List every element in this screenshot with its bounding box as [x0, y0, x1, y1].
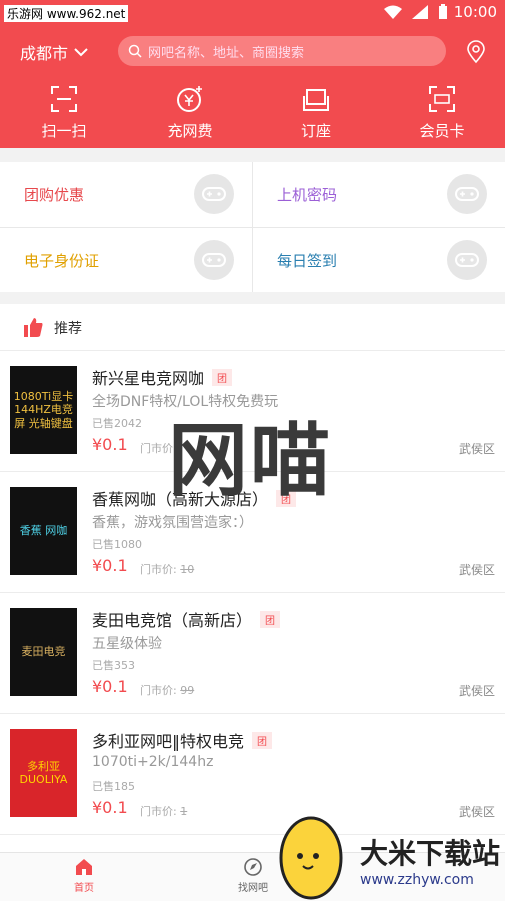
action-seat-label: 订座 [300, 122, 331, 140]
top-watermark: 乐游网 www.962.net [4, 5, 129, 22]
find-icon [244, 858, 262, 876]
cafe-logo: 麦田电竞 [10, 608, 77, 696]
recommend-header: 推荐 [0, 304, 505, 351]
home-icon [76, 859, 92, 875]
market-price-label: 门市价: [140, 805, 177, 818]
list-item[interactable]: 麦田电竞 麦田电竞馆（高新店） 团 五星级体验 已售353 ¥0.1 门市价: 9… [0, 593, 505, 714]
cafe-price: ¥0.1 [92, 435, 128, 454]
grid-group-buy[interactable]: 团购优惠 [0, 162, 252, 226]
city-label: 成都市 [20, 44, 69, 63]
cafe-name: 多利亚网吧‖特权电竞 [92, 732, 245, 751]
recommend-title: 推荐 [54, 321, 82, 337]
cafe-sold: 已售185 [92, 780, 135, 793]
cafe-sold: 已售353 [92, 659, 135, 672]
grid-login-password[interactable]: 上机密码 [253, 162, 505, 226]
cafe-sold: 已售1080 [92, 538, 142, 551]
action-seat[interactable]: 订座 [276, 84, 356, 141]
site-badge-url: www.zzhyw.com [360, 872, 474, 888]
cafe-desc: 香蕉，游戏氛围营造家：） [92, 515, 253, 531]
status-icons: 10:00 [382, 3, 497, 21]
grid-e-id[interactable]: 电子身份证 [0, 228, 252, 292]
gamepad-icon [447, 240, 487, 280]
cafe-area: 武侯区 [458, 684, 495, 698]
city-selector[interactable]: 成都市 [20, 40, 88, 64]
scan-icon [51, 86, 77, 112]
seat-icon [303, 89, 329, 111]
thumbs-up-icon [24, 318, 43, 337]
cafe-desc: 五星级体验 [92, 636, 162, 652]
cafe-price: ¥0.1 [92, 677, 128, 696]
market-price: 门市价: 10 [140, 561, 194, 577]
cafe-sold: 已售2042 [92, 417, 142, 430]
market-price-value: 1 [180, 805, 188, 818]
cafe-area: 武侯区 [458, 563, 495, 577]
grid-daily-checkin[interactable]: 每日签到 [253, 228, 505, 292]
location-icon[interactable] [465, 40, 487, 64]
group-buy-badge: 团 [212, 369, 233, 386]
card-scan-icon [429, 86, 455, 112]
grid-daily-checkin-label: 每日签到 [277, 252, 338, 270]
market-price-label: 门市价: [140, 563, 177, 576]
grid-login-password-label: 上机密码 [277, 186, 338, 204]
market-price-value: 10 [180, 563, 195, 576]
market-price: 门市价: 1 [140, 803, 187, 819]
cafe-name-row: 麦田电竞馆（高新店） 团 [92, 607, 281, 631]
cafe-desc: 1070ti+2k/144hz [92, 754, 214, 770]
cafe-price: ¥0.1 [92, 798, 128, 817]
header: 成都市 网吧名称、地址、商圈搜索 扫一扫 充网费 订座 会员卡 [0, 26, 505, 148]
cafe-logo: 1080Ti显卡 144HZ电竞屏 光轴键盘 [10, 366, 77, 454]
tab-home[interactable]: 首页 [49, 857, 119, 894]
signal-icon [411, 5, 428, 19]
site-badge-title: 大米下载站 [360, 837, 501, 870]
tab-find-cafe-label: 找网吧 [238, 883, 268, 894]
cafe-name-row: 新兴星电竞网咖团 [92, 365, 233, 389]
gamepad-icon [194, 174, 234, 214]
cafe-name: 新兴星电竞网咖 [92, 369, 205, 388]
battery-icon [438, 4, 447, 19]
action-member-card[interactable]: 会员卡 [402, 84, 482, 141]
action-recharge[interactable]: 充网费 [150, 84, 230, 141]
cafe-area: 武侯区 [458, 442, 495, 456]
cafe-logo: 香蕉 网咖 [10, 487, 77, 575]
action-recharge-label: 充网费 [167, 122, 213, 140]
search-placeholder: 网吧名称、地址、商圈搜索 [148, 45, 305, 61]
status-time: 10:00 [453, 3, 497, 21]
center-watermark: 网喵 [168, 414, 332, 507]
gamepad-icon [447, 174, 487, 214]
chevron-down-icon [74, 48, 88, 57]
cafe-name-row: 多利亚网吧‖特权电竞团 [92, 728, 273, 752]
status-bar: 乐游网 www.962.net 10:00 [0, 0, 505, 26]
action-scan[interactable]: 扫一扫 [24, 84, 104, 141]
group-buy-badge: 团 [252, 732, 273, 749]
market-price: 门市价: 99 [140, 682, 194, 698]
action-member-card-label: 会员卡 [419, 122, 465, 140]
yuan-plus-icon [177, 86, 202, 112]
grid-e-id-label: 电子身份证 [24, 252, 100, 270]
mascot-egg-logo [279, 816, 343, 900]
search-input[interactable]: 网吧名称、地址、商圈搜索 [118, 36, 446, 66]
group-buy-badge: 团 [260, 611, 281, 628]
tab-home-label: 首页 [74, 883, 94, 894]
action-scan-label: 扫一扫 [41, 122, 87, 140]
cafe-name: 麦田电竞馆（高新店） [92, 611, 253, 630]
site-badge: 大米下载站 www.zzhyw.com [276, 810, 505, 900]
cafe-price: ¥0.1 [92, 556, 128, 575]
wifi-icon [383, 5, 402, 19]
feature-grid: 团购优惠 上机密码 电子身份证 每日签到 [0, 162, 505, 292]
market-price-value: 99 [180, 684, 195, 697]
grid-group-buy-label: 团购优惠 [24, 186, 85, 204]
market-price-label: 门市价: [140, 684, 177, 697]
gamepad-icon [194, 240, 234, 280]
search-icon [128, 44, 142, 58]
cafe-logo: 多利亚 DUOLIYA [10, 729, 77, 817]
